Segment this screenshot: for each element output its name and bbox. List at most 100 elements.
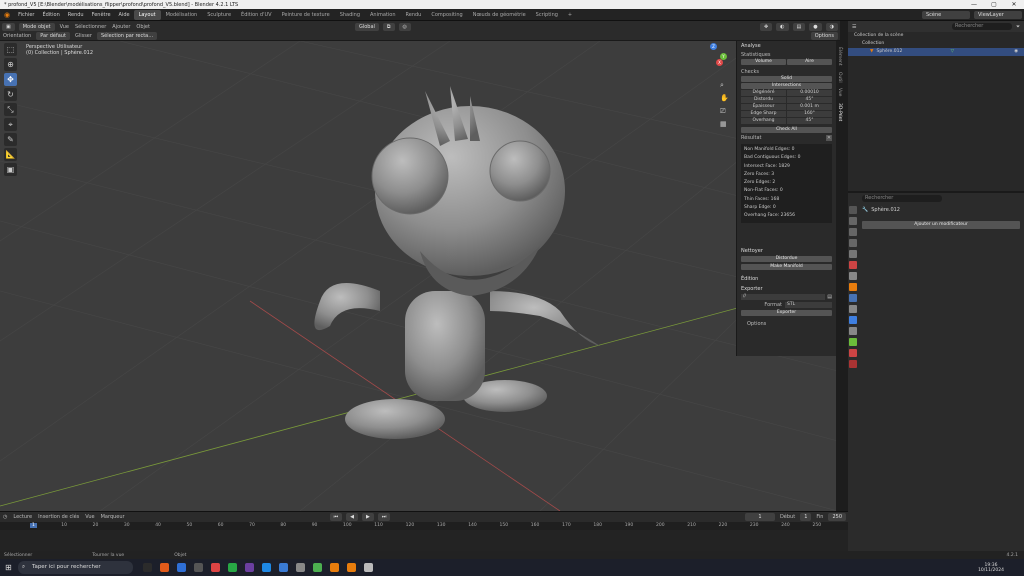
select-box-icon[interactable]: ⬚ <box>4 43 17 56</box>
options-button[interactable]: Options <box>810 32 838 40</box>
add-workspace-button[interactable]: + <box>563 10 577 20</box>
pan-hand-icon[interactable]: ✋ <box>720 92 729 105</box>
blender-logo-icon[interactable]: ◉ <box>0 11 14 19</box>
scale-icon[interactable]: ⤡ <box>4 103 17 116</box>
snap-icon[interactable]: ⧉ <box>382 22 395 31</box>
timeline-ruler[interactable]: 1 10 20 30 40 50 60 70 80 90 100 110 120 130 140 150 160… <box>0 522 848 530</box>
taskbar-app-icon[interactable] <box>363 563 373 572</box>
menu-render[interactable]: Rendu <box>64 9 88 21</box>
zoom-icon[interactable]: ⌕ <box>720 79 729 92</box>
result-zero-edges[interactable]: Zero Edges: 2 <box>744 179 829 187</box>
menu-object[interactable]: Objet <box>136 24 150 30</box>
taskbar-app-icon[interactable] <box>142 563 152 572</box>
tab-compositing[interactable]: Compositing <box>426 10 467 20</box>
overhang-value[interactable]: 45° <box>787 118 832 124</box>
menu-help[interactable]: Aide <box>115 9 134 21</box>
degenerate-button[interactable]: Dégénéré <box>741 90 786 96</box>
transform-orientation[interactable]: Global <box>354 22 379 31</box>
edit-header[interactable]: Édition <box>737 274 836 284</box>
play-icon[interactable]: ▶ <box>361 513 374 521</box>
check-all-button[interactable]: Check All <box>741 127 832 133</box>
xray-icon[interactable]: ▤ <box>792 22 806 31</box>
make-manifold-button[interactable]: Make Manifold <box>741 264 832 270</box>
properties-search[interactable]: Rechercher <box>862 194 942 202</box>
proportional-edit-icon[interactable]: ◎ <box>398 22 411 31</box>
object-row[interactable]: ▼ Sphère.012 ▽ ◉ <box>848 48 1024 56</box>
gizmo-icon[interactable]: ✥ <box>759 22 773 31</box>
menu-file[interactable]: Fichier <box>14 9 38 21</box>
drag-select[interactable]: Sélection par recta… <box>96 32 158 40</box>
taskbar-app-icon[interactable] <box>278 563 288 572</box>
tab-modeling[interactable]: Modélisation <box>161 10 203 20</box>
folder-icon[interactable]: ▤ <box>827 294 832 300</box>
3d-viewport[interactable]: Perspective Utilisateur (0) Collection |… <box>0 41 838 511</box>
menu-keying[interactable]: Insertion de clés <box>38 514 79 520</box>
current-frame-field[interactable]: 1 <box>744 513 775 521</box>
tab-rendering[interactable]: Rendu <box>401 10 427 20</box>
taskbar-app-icon[interactable] <box>346 563 356 572</box>
navigation-gizmo[interactable]: Z X Y <box>698 43 728 73</box>
outliner-editor-icon[interactable]: ☰ <box>852 24 856 30</box>
add-cube-icon[interactable]: ▣ <box>4 163 17 176</box>
menu-playback[interactable]: Lecture <box>13 514 32 520</box>
modifier-tab-icon[interactable] <box>849 294 857 302</box>
taskbar-app-icon[interactable] <box>312 563 322 572</box>
clean-header[interactable]: Nettoyer <box>737 246 836 256</box>
jump-end-icon[interactable]: ⏭ <box>377 513 391 521</box>
z-axis-icon[interactable]: Z <box>710 43 717 50</box>
filter-icon[interactable]: ⏷ <box>1016 24 1020 30</box>
format-select[interactable]: STL <box>785 302 832 308</box>
orientation-select[interactable]: Par défaut <box>36 32 70 40</box>
cursor-icon[interactable]: ⊕ <box>4 58 17 71</box>
result-intersect-face[interactable]: Intersect Face: 1829 <box>744 163 829 171</box>
tab-sculpting[interactable]: Sculpture <box>202 10 236 20</box>
solid-button[interactable]: Solid <box>741 76 832 82</box>
edge-sharp-value[interactable]: 160° <box>787 111 832 117</box>
tab-layout[interactable]: Layout <box>133 10 161 20</box>
options-subpanel[interactable]: Options <box>737 320 836 328</box>
view-layer-selector[interactable]: ViewLayer <box>974 10 1022 19</box>
taskbar-app-icon[interactable] <box>329 563 339 572</box>
mode-selector[interactable]: Mode objet <box>18 22 55 31</box>
taskbar-app-icon[interactable] <box>210 563 220 572</box>
result-non-manifold[interactable]: Non Manifold Edges: 0 <box>744 146 829 154</box>
collection-row[interactable]: Collection <box>848 40 1024 48</box>
edge-sharp-button[interactable]: Edge Sharp <box>741 111 786 117</box>
taskbar-app-icon[interactable] <box>261 563 271 572</box>
collection-tab-icon[interactable] <box>849 272 857 280</box>
taskbar-app-icon[interactable] <box>244 563 254 572</box>
scene-selector[interactable]: Scène <box>922 10 970 19</box>
distorted-clean-button[interactable]: Distordue <box>741 256 832 262</box>
degenerate-value[interactable]: 0.00010 <box>787 90 832 96</box>
end-field[interactable]: 250 <box>828 513 846 521</box>
particles-tab-icon[interactable] <box>849 305 857 313</box>
maximize-button[interactable]: ▢ <box>984 0 1004 9</box>
menu-edit[interactable]: Édition <box>38 9 63 21</box>
view-layer-tab-icon[interactable] <box>849 239 857 247</box>
taskbar-app-icon[interactable] <box>227 563 237 572</box>
export-button[interactable]: Exporter <box>741 310 832 316</box>
menu-add[interactable]: Ajouter <box>112 24 130 30</box>
result-thin-faces[interactable]: Thin Faces: 168 <box>744 196 829 204</box>
result-sharp-edge[interactable]: Sharp Edge: 0 <box>744 204 829 212</box>
menu-marker[interactable]: Marqueur <box>101 514 125 520</box>
move-icon[interactable]: ✥ <box>4 73 17 86</box>
thickness-value[interactable]: 0.001 m <box>787 104 832 110</box>
tab-tool[interactable]: Outil <box>837 72 842 83</box>
editor-type-button[interactable]: ▣ <box>2 22 15 31</box>
shading-material-icon[interactable]: ◑ <box>825 22 838 31</box>
taskbar-app-icon[interactable] <box>295 563 305 572</box>
tab-shading[interactable]: Shading <box>335 10 365 20</box>
physics-tab-icon[interactable] <box>849 316 857 324</box>
export-path-field[interactable]: // <box>741 294 826 300</box>
transform-icon[interactable]: ⌖ <box>4 118 17 131</box>
start-field[interactable]: 1 <box>800 513 812 521</box>
analyze-header[interactable]: Analyse <box>737 41 836 51</box>
data-tab-icon[interactable] <box>849 338 857 346</box>
viewport-canvas[interactable] <box>0 41 838 511</box>
material-tab-icon[interactable] <box>849 349 857 357</box>
play-reverse-icon[interactable]: ◀ <box>346 513 358 521</box>
minimize-button[interactable]: — <box>964 0 984 9</box>
taskbar-search[interactable]: ⌕ Taper ici pour rechercher <box>18 561 133 574</box>
tab-view[interactable]: Vue <box>837 88 842 96</box>
